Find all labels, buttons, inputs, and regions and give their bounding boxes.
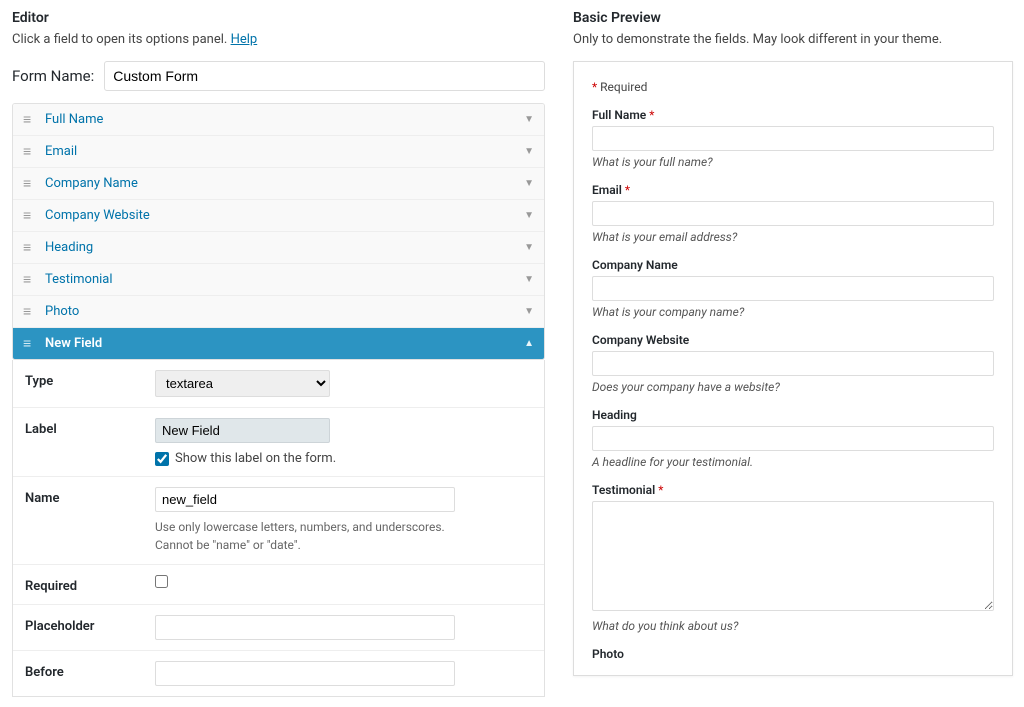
- chevron-down-icon[interactable]: ▼: [524, 114, 534, 125]
- preview-field-help: What is your company name?: [592, 305, 994, 319]
- field-row-label: Testimonial: [45, 272, 524, 287]
- preview-subtext: Only to demonstrate the fields. May look…: [573, 32, 1013, 47]
- drag-handle-icon[interactable]: [23, 113, 35, 127]
- preview-box: * Required Full Name * What is your full…: [573, 61, 1013, 676]
- editor-subtext: Click a field to open its options panel.…: [12, 32, 545, 47]
- preview-field-label: Testimonial *: [592, 483, 994, 497]
- required-checkbox[interactable]: [155, 575, 168, 588]
- option-label-type: Type: [25, 370, 155, 389]
- option-label-required: Required: [25, 575, 155, 594]
- field-row[interactable]: Company Website ▼: [13, 200, 544, 232]
- help-link[interactable]: Help: [231, 32, 258, 47]
- chevron-down-icon[interactable]: ▼: [524, 306, 534, 317]
- show-label-text: Show this label on the form.: [175, 451, 336, 466]
- field-row[interactable]: Photo ▼: [13, 296, 544, 328]
- chevron-up-icon[interactable]: ▲: [524, 338, 534, 349]
- field-row-label: Company Name: [45, 176, 524, 191]
- chevron-down-icon[interactable]: ▼: [524, 210, 534, 221]
- name-hint: Use only lowercase letters, numbers, and…: [155, 518, 532, 554]
- chevron-down-icon[interactable]: ▼: [524, 146, 534, 157]
- field-row-label: Company Website: [45, 208, 524, 223]
- field-row-active[interactable]: New Field ▲: [13, 328, 544, 359]
- field-row-label: New Field: [45, 336, 524, 351]
- preview-field: Testimonial * What do you think about us…: [592, 483, 994, 633]
- preview-field-help: What is your full name?: [592, 155, 994, 169]
- option-label-label: Label: [25, 418, 155, 437]
- preview-field-help: Does your company have a website?: [592, 380, 994, 394]
- option-label-name: Name: [25, 487, 155, 506]
- field-row[interactable]: Email ▼: [13, 136, 544, 168]
- name-input[interactable]: [155, 487, 455, 512]
- preview-field: Photo: [592, 647, 994, 661]
- preview-field-label: Company Website: [592, 333, 994, 347]
- preview-field-help: What is your email address?: [592, 230, 994, 244]
- type-select[interactable]: textarea: [155, 370, 330, 397]
- drag-handle-icon[interactable]: [23, 241, 35, 255]
- preview-field: Company Website Does your company have a…: [592, 333, 994, 394]
- required-note: * Required: [592, 80, 994, 94]
- preview-input-heading[interactable]: [592, 426, 994, 451]
- preview-field-label: Full Name *: [592, 108, 994, 122]
- drag-handle-icon[interactable]: [23, 177, 35, 191]
- drag-handle-icon[interactable]: [23, 209, 35, 223]
- show-label-checkbox[interactable]: [155, 452, 169, 466]
- preview-field: Email * What is your email address?: [592, 183, 994, 244]
- preview-textarea-testimonial[interactable]: [592, 501, 994, 611]
- chevron-down-icon[interactable]: ▼: [524, 178, 534, 189]
- field-row-label: Heading: [45, 240, 524, 255]
- field-row-label: Full Name: [45, 112, 524, 127]
- preview-field-help: A headline for your testimonial.: [592, 455, 994, 469]
- preview-field-label: Email *: [592, 183, 994, 197]
- field-list: Full Name ▼ Email ▼ Company Name ▼ Compa…: [12, 103, 545, 360]
- drag-handle-icon[interactable]: [23, 305, 35, 319]
- chevron-down-icon[interactable]: ▼: [524, 242, 534, 253]
- preview-field-label: Photo: [592, 647, 994, 661]
- chevron-down-icon[interactable]: ▼: [524, 274, 534, 285]
- preview-field: Full Name * What is your full name?: [592, 108, 994, 169]
- preview-input-email[interactable]: [592, 201, 994, 226]
- drag-handle-icon[interactable]: [23, 273, 35, 287]
- field-row[interactable]: Heading ▼: [13, 232, 544, 264]
- preview-field: Heading A headline for your testimonial.: [592, 408, 994, 469]
- preview-input-company[interactable]: [592, 276, 994, 301]
- placeholder-input[interactable]: [155, 615, 455, 640]
- editor-title: Editor: [12, 10, 545, 26]
- preview-column: Basic Preview Only to demonstrate the fi…: [555, 0, 1023, 707]
- form-name-label: Form Name:: [12, 67, 94, 85]
- drag-handle-icon[interactable]: [23, 145, 35, 159]
- form-name-input[interactable]: [104, 61, 545, 91]
- option-label-before: Before: [25, 661, 155, 680]
- field-row-label: Email: [45, 144, 524, 159]
- preview-title: Basic Preview: [573, 10, 1013, 26]
- field-row[interactable]: Full Name ▼: [13, 104, 544, 136]
- field-options-panel: Type textarea Label Show this label on t…: [12, 360, 545, 697]
- label-input[interactable]: [155, 418, 330, 443]
- field-row[interactable]: Company Name ▼: [13, 168, 544, 200]
- field-row[interactable]: Testimonial ▼: [13, 264, 544, 296]
- preview-field-help: What do you think about us?: [592, 619, 994, 633]
- preview-field-label: Company Name: [592, 258, 994, 272]
- preview-field: Company Name What is your company name?: [592, 258, 994, 319]
- before-input[interactable]: [155, 661, 455, 686]
- preview-field-label: Heading: [592, 408, 994, 422]
- editor-column: Editor Click a field to open its options…: [0, 0, 555, 707]
- option-label-placeholder: Placeholder: [25, 615, 155, 634]
- drag-handle-icon[interactable]: [23, 337, 35, 351]
- preview-input-website[interactable]: [592, 351, 994, 376]
- field-row-label: Photo: [45, 304, 524, 319]
- preview-input-fullname[interactable]: [592, 126, 994, 151]
